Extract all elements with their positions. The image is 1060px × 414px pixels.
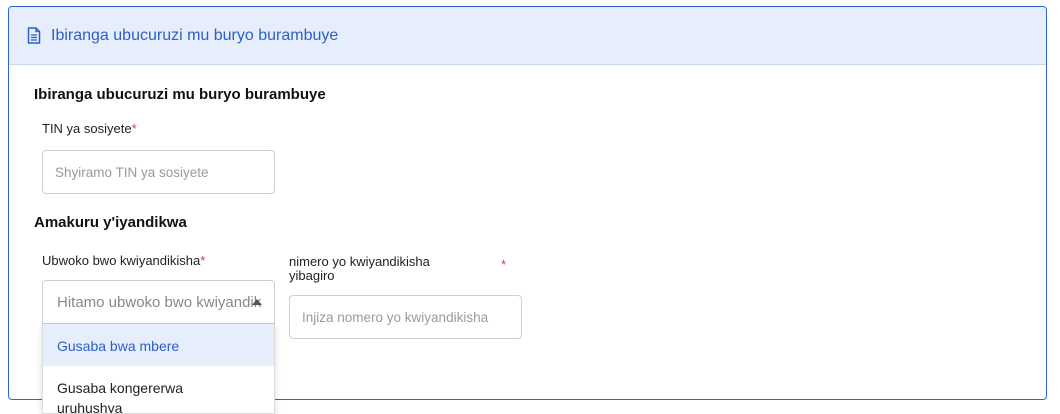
registration-type-label: Ubwoko bwo kwiyandikisha* [42,254,205,268]
tin-label: TIN ya sosiyete* [42,122,137,136]
document-icon [27,27,41,44]
dropdown-option-license-renewal[interactable]: Gusaba kongererwa uruhushya [43,366,243,413]
registration-type-label-text: Ubwoko bwo kwiyandikisha [42,253,201,268]
section-title-business-details: Ibiranga ubucuruzi mu buryo burambuye [34,86,326,103]
tin-required-mark: * [131,121,137,136]
card-header-title: Ibiranga ubucuruzi mu buryo burambuye [51,26,339,44]
registration-type-dropdown: Gusaba bwa mbere Gusaba kongererwa uruhu… [42,324,275,414]
registration-number-label: nimero yo kwiyandikisha yibagiro [289,254,430,283]
tin-input-placeholder: Shyiramo TIN ya sosiyete [55,164,209,180]
section-title-registration-info: Amakuru y'iyandikwa [34,214,187,231]
tin-label-text: TIN ya sosiyete [42,121,132,136]
caret-up-icon [252,299,262,305]
card-header: Ibiranga ubucuruzi mu buryo burambuye [9,7,1046,65]
registration-number-required-mark: * [501,257,507,272]
registration-type-select-value: Hitamo ubwoko bwo kwiyandikisha [57,293,262,311]
registration-type-required-mark: * [200,253,206,268]
tin-input[interactable]: Shyiramo TIN ya sosiyete [42,150,275,194]
registration-type-select[interactable]: Hitamo ubwoko bwo kwiyandikisha [42,280,275,324]
registration-number-input-placeholder: Injiza nomero yo kwiyandikisha [302,309,489,325]
registration-number-input[interactable]: Injiza nomero yo kwiyandikisha [289,295,522,339]
dropdown-option-first-application[interactable]: Gusaba bwa mbere [43,324,274,366]
